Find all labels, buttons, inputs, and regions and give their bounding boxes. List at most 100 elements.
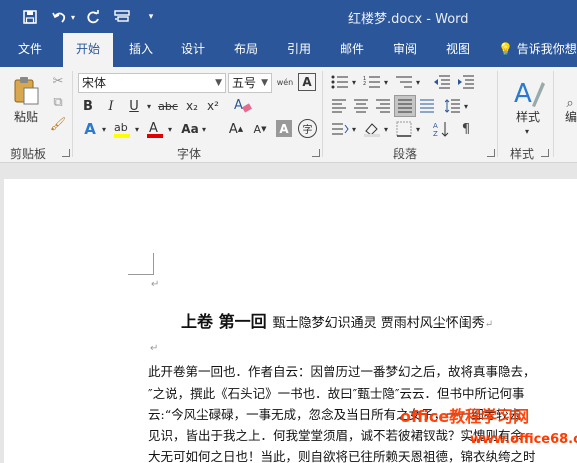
strikethrough-button[interactable]: abc	[157, 97, 179, 115]
tab-home[interactable]: 开始	[63, 33, 113, 67]
paragraph-mark: ↵	[484, 319, 494, 330]
font-size-select[interactable]: 五号 ▼	[228, 73, 272, 93]
ribbon-tabs: 文件 开始 插入 设计 布局 引用 邮件 审阅 视图 💡 告诉我你想	[0, 33, 577, 67]
tab-file[interactable]: 文件	[8, 33, 52, 67]
bold-button[interactable]: B	[80, 97, 96, 115]
heading-sub: 甄士隐梦幻识通灵 贾雨村风尘怀闺秀	[272, 316, 485, 331]
show-marks-icon[interactable]: ¶	[456, 120, 476, 138]
numbering-icon[interactable]: 12	[362, 73, 382, 91]
chevron-down-icon[interactable]: ▾	[462, 99, 470, 113]
superscript-button[interactable]: x²	[204, 97, 222, 115]
tab-review[interactable]: 审阅	[384, 33, 426, 67]
styles-group-label: 样式	[510, 147, 535, 161]
font-color-icon[interactable]: A	[146, 119, 164, 139]
body-line-1: 此开卷第一回也．作者自云：因曾历过一番梦幻之后，故将真事隐去，	[148, 364, 536, 379]
chevron-down-icon[interactable]: ▾	[414, 75, 422, 89]
chevron-down-icon[interactable]: ▾	[382, 75, 390, 89]
decrease-indent-icon[interactable]	[432, 73, 452, 91]
shading-icon[interactable]	[362, 120, 382, 138]
paragraph-mark: ↵	[150, 343, 159, 354]
heading-main: 上卷 第一回	[181, 312, 267, 331]
align-center-icon[interactable]	[352, 97, 370, 115]
multilevel-list-icon[interactable]	[394, 73, 414, 91]
cut-icon[interactable]: ✂	[50, 73, 66, 89]
chevron-down-icon[interactable]: ▾	[100, 121, 108, 137]
phonetic-guide-icon[interactable]: wén	[275, 72, 295, 92]
chevron-down-icon[interactable]: ▾	[350, 122, 358, 136]
italic-button[interactable]: I	[103, 97, 119, 115]
borders-icon[interactable]	[394, 120, 414, 138]
chevron-down-icon[interactable]: ▾	[166, 121, 174, 137]
font-name-value: 宋体	[82, 76, 107, 90]
margin-corner-mark	[128, 253, 154, 275]
sort-icon[interactable]: AZ	[432, 120, 452, 138]
paste-button-label[interactable]: 粘贴	[10, 109, 42, 124]
editing-label[interactable]: 编	[564, 109, 577, 124]
svg-text:Z: Z	[433, 130, 438, 137]
tab-insert[interactable]: 插入	[120, 33, 162, 67]
svg-text:A: A	[234, 98, 243, 113]
bullets-icon[interactable]	[330, 73, 350, 91]
lightbulb-icon: 💡	[498, 42, 513, 56]
tell-me-box[interactable]: 💡 告诉我你想	[498, 33, 577, 67]
chevron-down-icon[interactable]: ▾	[414, 122, 422, 136]
copy-icon[interactable]: ⧉	[50, 94, 66, 110]
ribbon: 粘贴 ✂ ⧉ 🖌 剪贴板 宋体 ▼ 五号 ▼ wén A B I U ▾ abc…	[0, 67, 577, 163]
chevron-down-icon[interactable]: ▾	[350, 75, 358, 89]
enclose-char-icon[interactable]: 字	[298, 119, 317, 138]
paste-icon[interactable]	[10, 75, 42, 107]
line-spacing-icon[interactable]	[444, 97, 462, 115]
watermark-url: www.office68.com	[470, 432, 577, 447]
align-right-icon[interactable]	[374, 97, 392, 115]
customize-icon[interactable]: ▾	[144, 7, 158, 27]
subscript-button[interactable]: x₂	[183, 97, 201, 115]
char-shading-icon[interactable]: A	[276, 120, 292, 137]
underline-button[interactable]: U	[126, 97, 142, 115]
svg-text:A: A	[433, 122, 438, 130]
increase-indent-icon[interactable]	[456, 73, 476, 91]
chevron-down-icon[interactable]: ▾	[200, 121, 208, 137]
paragraph-mark: ↵	[151, 279, 160, 290]
tell-me-label: 告诉我你想	[516, 42, 577, 56]
font-group-label: 字体	[177, 147, 202, 161]
format-painter-icon[interactable]: 🖌	[50, 116, 67, 132]
save-icon[interactable]	[20, 7, 40, 27]
distributed-icon[interactable]	[418, 97, 436, 115]
title-bar: ▾ ▾ 红楼梦.docx - Word	[0, 0, 577, 33]
text-effects-icon[interactable]: A	[80, 119, 100, 139]
group-separator	[553, 71, 554, 157]
group-separator	[497, 71, 498, 157]
redo-icon[interactable]	[84, 7, 102, 27]
chinese-layout-icon[interactable]	[330, 120, 350, 138]
tab-mailings[interactable]: 邮件	[331, 33, 373, 67]
highlight-icon[interactable]: ab	[113, 119, 131, 139]
chevron-down-icon: ▼	[261, 78, 268, 88]
chevron-down-icon[interactable]: ▾	[133, 121, 141, 137]
font-launcher-icon[interactable]	[312, 149, 320, 157]
paragraph-launcher-icon[interactable]	[487, 149, 495, 157]
change-case-icon[interactable]: Aa	[180, 119, 200, 139]
undo-dropdown-icon[interactable]: ▾	[68, 7, 78, 27]
chevron-down-icon[interactable]: ▾	[382, 122, 390, 136]
styles-button-label[interactable]: 样式	[512, 109, 544, 124]
styles-launcher-icon[interactable]	[541, 149, 549, 157]
undo-icon[interactable]	[50, 7, 68, 27]
font-size-value: 五号	[232, 76, 257, 90]
body-line-5: 大无可如何之日也！当此，则自欲将已往所赖天恩祖德，锦衣纨绔之时	[148, 449, 536, 463]
group-separator	[322, 71, 323, 157]
grow-font-icon[interactable]: A ▲	[226, 119, 246, 139]
tab-design[interactable]: 设计	[172, 33, 214, 67]
clear-formatting-icon[interactable]: A	[232, 95, 254, 115]
align-left-icon[interactable]	[330, 97, 348, 115]
touch-mode-icon[interactable]	[112, 7, 132, 27]
chevron-down-icon[interactable]: ▾	[522, 125, 532, 137]
chevron-down-icon[interactable]: ▾	[144, 97, 154, 115]
shrink-font-icon[interactable]: A ▼	[250, 119, 270, 139]
tab-layout[interactable]: 布局	[225, 33, 267, 67]
char-border-icon[interactable]: A	[298, 73, 316, 91]
tab-view[interactable]: 视图	[437, 33, 479, 67]
justify-icon[interactable]	[394, 95, 416, 117]
font-name-select[interactable]: 宋体 ▼	[78, 73, 226, 93]
clipboard-launcher-icon[interactable]	[62, 149, 70, 157]
tab-references[interactable]: 引用	[278, 33, 320, 67]
